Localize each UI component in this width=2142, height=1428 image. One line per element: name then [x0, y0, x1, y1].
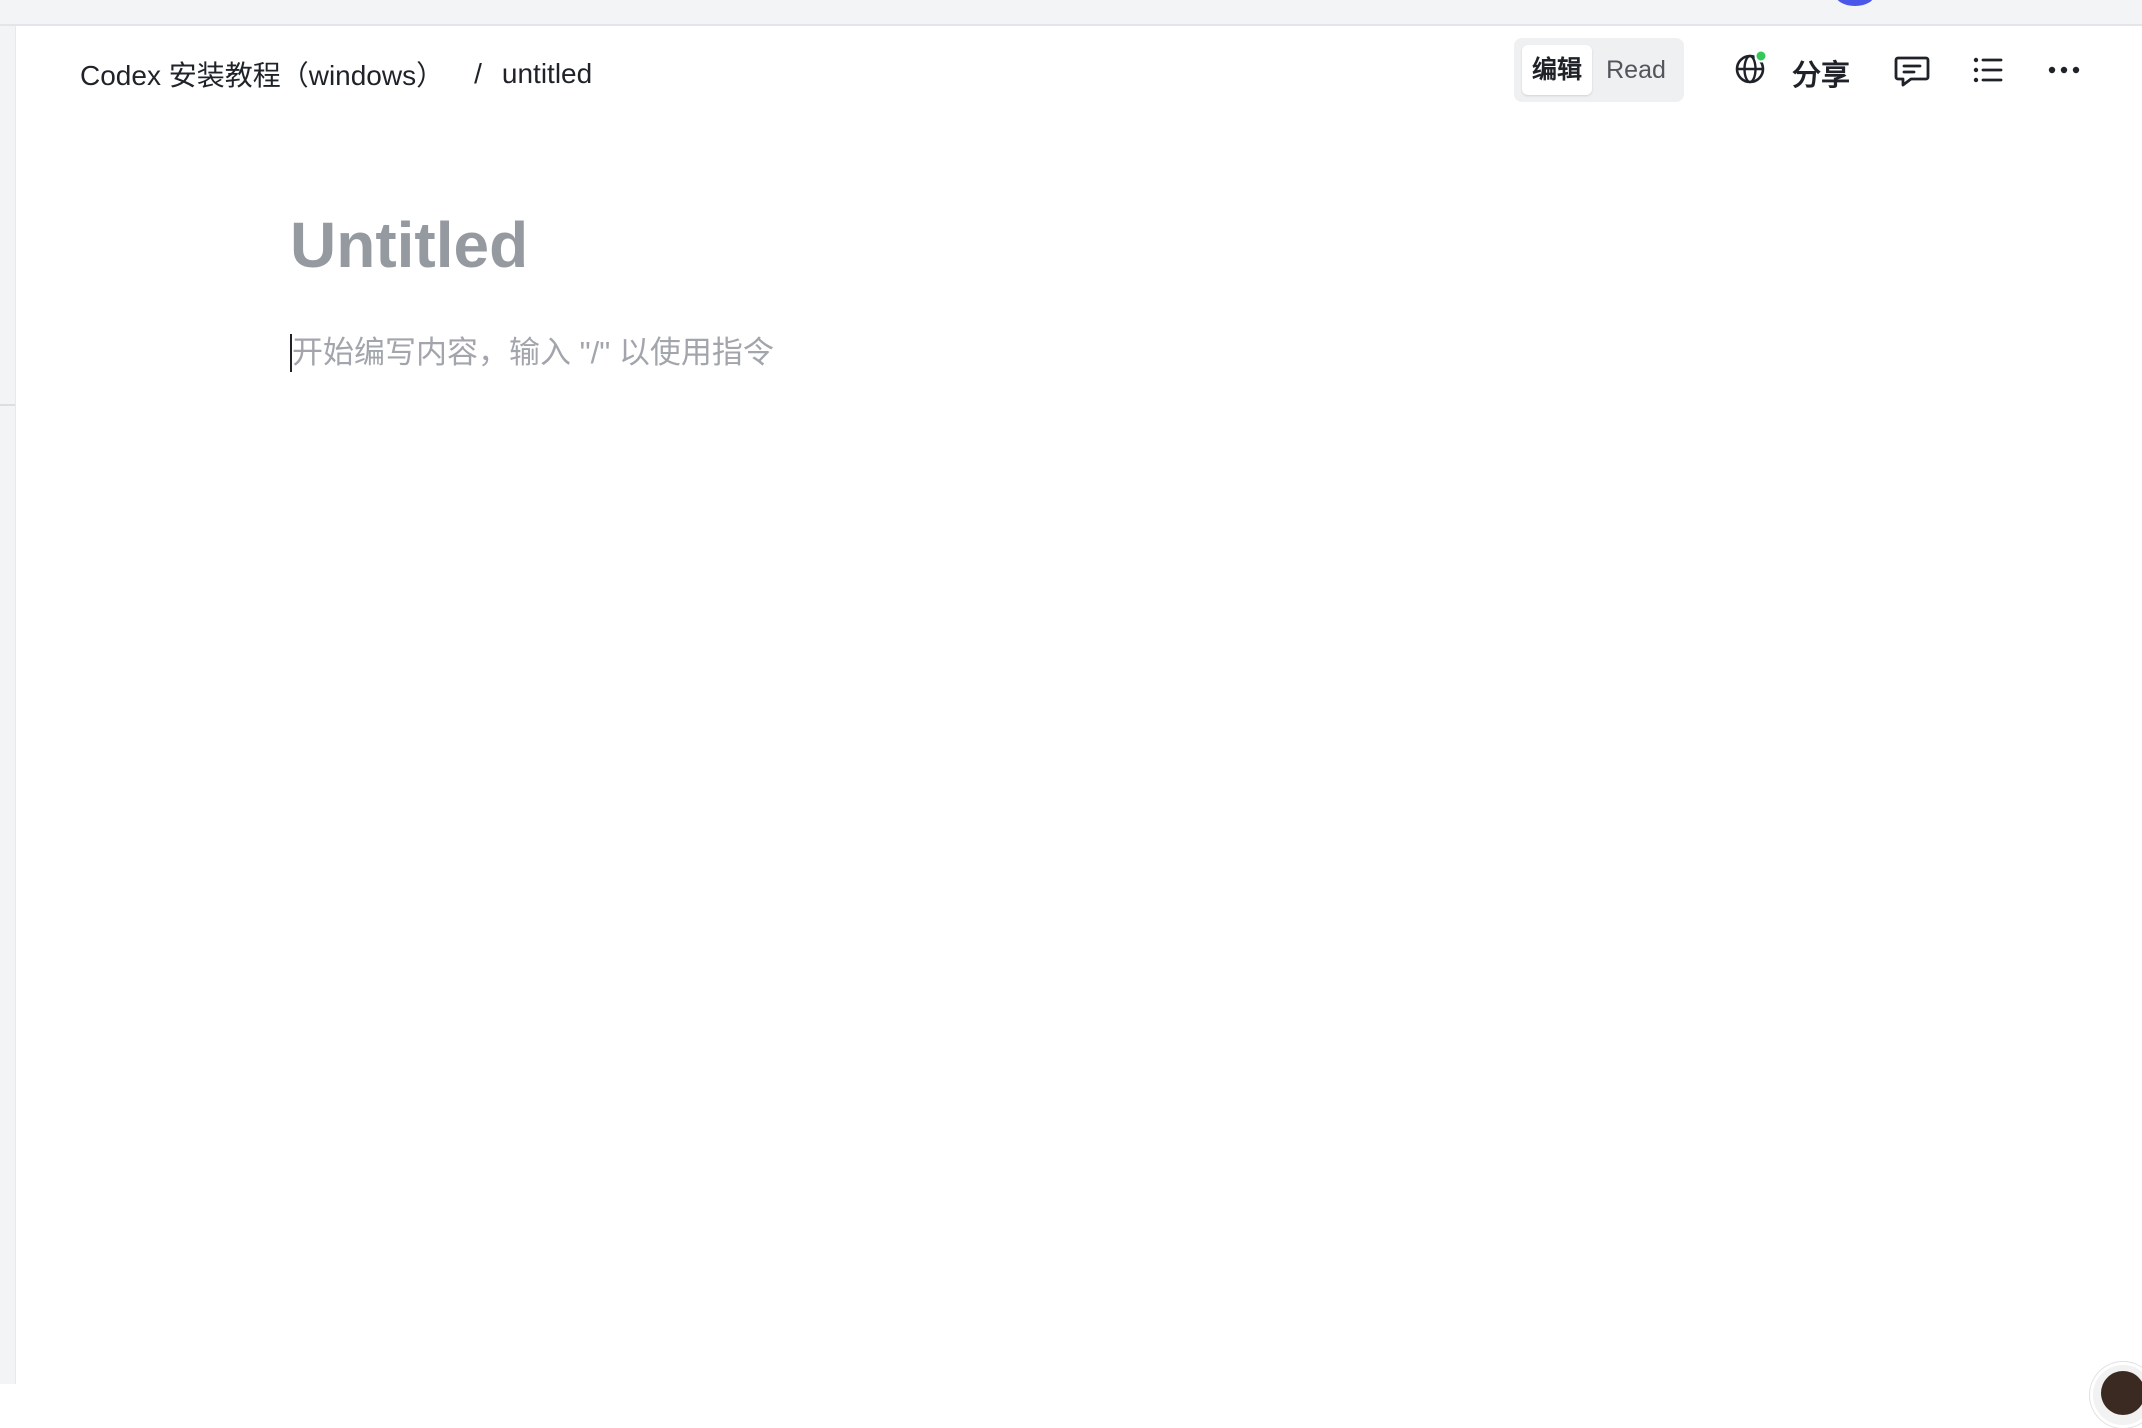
editor-placeholder: 开始编写内容，输入 "/" 以使用指令	[292, 335, 774, 370]
read-mode-button[interactable]: Read	[1598, 45, 1674, 95]
user-avatar[interactable]	[2090, 1362, 2142, 1428]
online-status-dot	[1754, 49, 1768, 63]
browser-top-strip	[0, 0, 2142, 26]
mode-toggle: 编辑 Read	[1514, 38, 1684, 102]
document-title[interactable]: Untitled	[290, 208, 528, 282]
list-icon[interactable]	[1968, 50, 2008, 90]
globe-icon[interactable]	[1732, 48, 1772, 88]
comment-icon[interactable]	[1892, 50, 1932, 90]
avatar-image	[2101, 1371, 2142, 1415]
share-button[interactable]: 分享	[1792, 52, 1850, 94]
breadcrumb-separator: /	[474, 58, 482, 89]
more-icon[interactable]	[2044, 50, 2084, 90]
sidebar-collapsed-gutter[interactable]	[0, 26, 16, 1384]
edit-mode-button[interactable]: 编辑	[1522, 45, 1592, 95]
document-header: Codex 安装教程（windows） / untitled 编辑 Read 分…	[16, 26, 2142, 116]
breadcrumb-parent[interactable]: Codex 安装教程（windows）	[80, 54, 444, 94]
top-avatar[interactable]	[1835, 0, 1875, 6]
breadcrumb: Codex 安装教程（windows） / untitled	[80, 54, 592, 94]
gutter-divider	[0, 404, 15, 406]
document-body-editor[interactable]: 开始编写内容，输入 "/" 以使用指令	[290, 328, 1790, 378]
breadcrumb-current[interactable]: untitled	[502, 58, 592, 90]
